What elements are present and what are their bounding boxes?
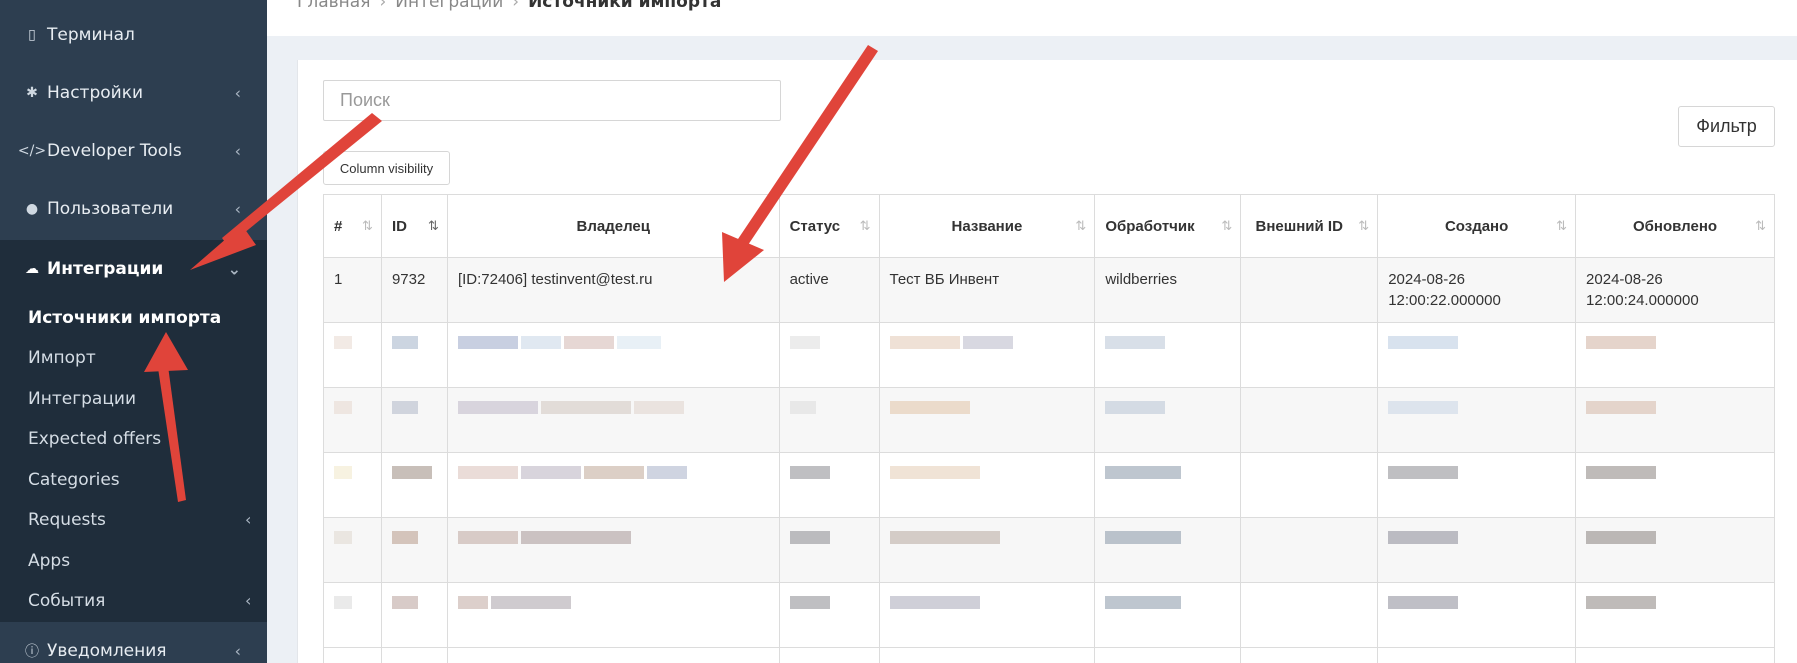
sidebar-item-settings[interactable]: ✱ Настройки ‹	[0, 64, 267, 122]
column-header-id[interactable]: ID ⇅	[380, 194, 448, 258]
sidebar-item-label: Пользователи	[47, 199, 174, 219]
breadcrumb-integrations[interactable]: Интеграции	[395, 0, 503, 12]
chevron-down-icon: ⌄	[227, 259, 241, 279]
submenu-item-requests[interactable]: Requests ‹	[28, 510, 251, 530]
table-row-redacted	[323, 582, 1775, 648]
submenu-item-apps[interactable]: Apps	[28, 551, 70, 571]
column-header-num[interactable]: # ⇅	[323, 194, 382, 258]
sidebar-item-label: Developer Tools	[47, 141, 182, 161]
breadcrumb: Главная › Интеграции › Источники импорта	[297, 0, 721, 12]
sort-icon: ⇅	[859, 218, 871, 233]
sort-icon: ⇅	[1556, 218, 1568, 233]
sidebar-item-label: Настройки	[47, 83, 144, 103]
breadcrumb-home[interactable]: Главная	[297, 0, 370, 12]
sidebar-item-developer-tools[interactable]: </> Developer Tools ‹	[0, 122, 267, 180]
column-header-external-id[interactable]: Внешний ID ⇅	[1240, 194, 1379, 258]
chevron-left-icon: ‹	[245, 591, 252, 610]
table-row-redacted	[323, 452, 1775, 518]
sort-icon: ⇅	[1221, 218, 1233, 233]
filter-button[interactable]: Фильтр	[1678, 106, 1775, 147]
submenu-item-expected-offers[interactable]: Expected offers	[28, 429, 161, 449]
table-row-redacted	[323, 387, 1775, 453]
chevron-left-icon: ‹	[234, 641, 241, 661]
submenu-item-integrations[interactable]: Интеграции	[28, 389, 136, 409]
chevron-left-icon: ‹	[245, 510, 252, 529]
submenu-item-import[interactable]: Импорт	[28, 348, 96, 368]
column-visibility-button[interactable]: Column visibility	[323, 151, 450, 185]
import-sources-table: # ⇅ ID ⇅ Владелец Статус ⇅ Название ⇅ Обрабо…	[323, 194, 1775, 663]
user-icon: ●	[25, 201, 39, 217]
sort-icon: ⇅	[362, 218, 373, 233]
submenu-item-categories[interactable]: Categories	[28, 470, 120, 490]
sidebar-item-notifications[interactable]: ⓘ Уведомления ‹	[0, 622, 267, 663]
column-header-handler[interactable]: Обработчик ⇅	[1094, 194, 1242, 258]
column-header-created[interactable]: Создано ⇅	[1377, 194, 1577, 258]
sort-icon: ⇅	[1755, 218, 1766, 233]
column-header-name[interactable]: Название ⇅	[878, 194, 1096, 258]
search-input[interactable]	[323, 80, 781, 121]
table-row-redacted	[323, 517, 1775, 583]
sidebar-item-label: Уведомления	[47, 641, 167, 661]
chevron-left-icon: ‹	[234, 199, 241, 219]
sort-icon: ⇅	[1358, 218, 1370, 233]
sidebar-item-integrations[interactable]: ☁ Интеграции ⌄	[0, 240, 267, 298]
breadcrumb-current: Источники импорта	[528, 0, 722, 12]
sidebar-item-label: Терминал	[47, 25, 135, 45]
sidebar-item-terminal[interactable]: ▯ Терминал	[0, 6, 267, 64]
column-header-owner[interactable]: Владелец	[446, 194, 780, 258]
table-row-redacted	[323, 322, 1775, 388]
mobile-icon: ▯	[28, 27, 36, 43]
sidebar-submenu: Источники импорта Импорт Интеграции Expe…	[0, 297, 267, 622]
chevron-left-icon: ‹	[234, 83, 241, 103]
sort-desc-icon: ⇅	[428, 218, 439, 233]
table-header-row: # ⇅ ID ⇅ Владелец Статус ⇅ Название ⇅ Обрабо…	[323, 194, 1775, 258]
submenu-item-events[interactable]: События ‹	[28, 591, 251, 611]
info-icon: ⓘ	[25, 644, 39, 660]
table-row[interactable]: 7 9726 [ID:135345] ИП Савенкова Юлия act…	[323, 647, 1775, 663]
sidebar: ▯ Терминал ✱ Настройки ‹ </> Developer T…	[0, 0, 267, 663]
gear-icon: ✱	[26, 85, 38, 101]
code-icon: </>	[17, 143, 47, 159]
table-row[interactable]: 1 9732 [ID:72406] testinvent@test.ru act…	[323, 257, 1775, 323]
column-header-status[interactable]: Статус ⇅	[778, 194, 880, 258]
chevron-left-icon: ‹	[234, 141, 241, 161]
sort-icon: ⇅	[1075, 218, 1087, 233]
cloud-download-icon: ☁	[25, 261, 39, 277]
submenu-item-import-sources[interactable]: Источники импорта	[28, 308, 221, 328]
sidebar-item-label: Интеграции	[47, 259, 164, 279]
column-header-updated[interactable]: Обновлено ⇅	[1575, 194, 1775, 258]
sidebar-item-users[interactable]: ● Пользователи ‹	[0, 180, 267, 238]
